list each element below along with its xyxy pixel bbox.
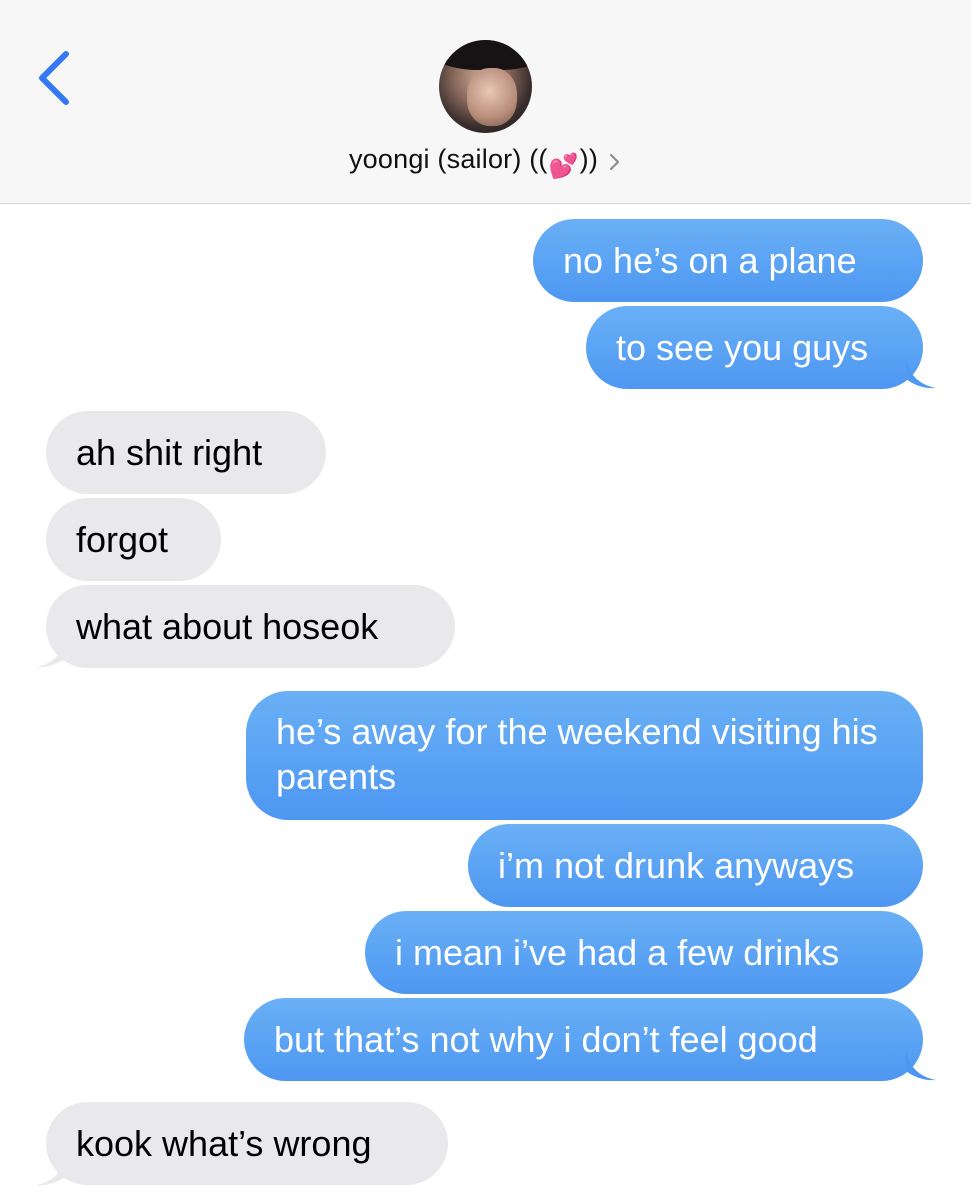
contact-name-suffix: )): [579, 144, 599, 174]
two-hearts-emoji: 💕: [549, 150, 579, 180]
contact-name-button[interactable]: yoongi (sailor) ((💕)): [0, 140, 971, 184]
message-text: kook what’s wrong: [76, 1123, 372, 1164]
message-text: i mean i’ve had a few drinks: [395, 932, 840, 973]
message-text: to see you guys: [616, 327, 869, 368]
message-text: forgot: [76, 519, 169, 560]
message-bubble-received[interactable]: what about hoseok: [46, 585, 455, 668]
contact-name: yoongi (sailor) ((💕)): [349, 144, 598, 180]
avatar-hair: [439, 40, 532, 70]
message-bubble-sent[interactable]: he’s away for the weekend visiting his p…: [246, 691, 923, 820]
message-bubble-sent[interactable]: i mean i’ve had a few drinks: [365, 911, 923, 994]
message-bubble-sent[interactable]: but that’s not why i don’t feel good: [244, 998, 923, 1081]
message-bubble-received[interactable]: ah shit right: [46, 411, 326, 494]
conversation-header: yoongi (sailor) ((💕)): [0, 0, 971, 204]
bubble-tail-sent: [906, 357, 936, 389]
message-bubble-sent[interactable]: no he’s on a plane: [533, 219, 923, 302]
contact-avatar[interactable]: [439, 40, 532, 133]
back-button[interactable]: [30, 48, 80, 112]
avatar-face: [467, 68, 517, 126]
message-text: i’m not drunk anyways: [498, 845, 855, 886]
bubble-tail-received: [36, 636, 66, 668]
message-bubble-sent[interactable]: to see you guys: [586, 306, 923, 389]
message-bubble-received[interactable]: forgot: [46, 498, 221, 581]
message-text: what about hoseok: [76, 606, 379, 647]
message-text: he’s away for the weekend visiting his p…: [276, 711, 878, 797]
contact-emoji: 💕: [548, 153, 579, 180]
message-text: ah shit right: [76, 432, 263, 473]
chevron-right-icon: [609, 153, 620, 171]
bubble-tail-sent: [906, 1049, 936, 1081]
bubble-tail-received: [36, 1154, 66, 1186]
message-thread: no he’s on a plane to see you guys ah sh…: [0, 204, 971, 1200]
message-bubble-received[interactable]: kook what’s wrong: [46, 1102, 448, 1185]
message-text: no he’s on a plane: [563, 240, 857, 281]
contact-name-prefix: yoongi (sailor) ((: [348, 144, 548, 174]
chevron-left-icon: [39, 51, 69, 105]
message-text: but that’s not why i don’t feel good: [274, 1019, 818, 1060]
message-bubble-sent[interactable]: i’m not drunk anyways: [468, 824, 923, 907]
